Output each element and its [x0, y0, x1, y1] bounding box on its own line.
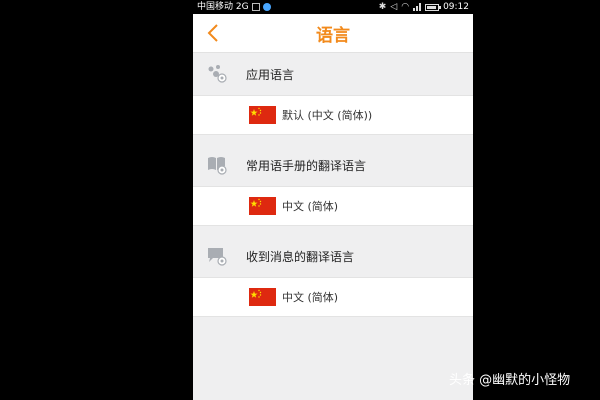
section-gap: [193, 135, 473, 144]
phrasebook-icon: [208, 157, 227, 175]
phone-screen: 中国移动 2G ✱ ◁ ◠ 09:12 语言 应用语言 默认 (中文 (简体))…: [193, 0, 473, 400]
section-app-language: 应用语言: [193, 53, 473, 95]
notification-icon: [262, 3, 271, 11]
section-label: 应用语言: [246, 67, 295, 82]
screenshot-icon: [251, 3, 260, 11]
china-flag-icon: [249, 288, 276, 306]
language-value: 中文 (简体): [282, 291, 339, 304]
section-gap: [193, 226, 473, 235]
chevron-left-icon[interactable]: [203, 22, 225, 44]
language-value: 中文 (简体): [282, 200, 339, 213]
china-flag-icon: [249, 106, 276, 124]
china-flag-icon: [249, 197, 276, 215]
mute-icon: ◁: [390, 2, 398, 12]
chat-bubble-icon: [208, 248, 227, 266]
section-label: 常用语手册的翻译语言: [246, 158, 367, 173]
language-option-messages[interactable]: 中文 (简体): [193, 277, 473, 317]
language-value: 默认 (中文 (简体)): [282, 109, 373, 122]
wifi-icon: ◠: [401, 2, 410, 12]
section-phrasebook-language: 常用语手册的翻译语言: [193, 144, 473, 186]
section-message-language: 收到消息的翻译语言: [193, 235, 473, 277]
section-label: 收到消息的翻译语言: [246, 249, 355, 264]
signal-icon: [413, 3, 422, 11]
title-bar: 语言: [193, 14, 473, 53]
language-option-app[interactable]: 默认 (中文 (简体)): [193, 95, 473, 135]
clock: 09:12: [443, 2, 469, 12]
language-option-phrasebook[interactable]: 中文 (简体): [193, 186, 473, 226]
page-title: 语言: [316, 25, 350, 46]
watermark: 头条 @幽默的小怪物: [449, 373, 571, 388]
battery-icon: [425, 3, 442, 11]
status-bar: 中国移动 2G ✱ ◁ ◠ 09:12: [193, 0, 473, 14]
carrier-label: 中国移动 2G: [197, 2, 249, 12]
app-language-icon: [208, 65, 227, 83]
bluetooth-icon: ✱: [378, 2, 387, 12]
